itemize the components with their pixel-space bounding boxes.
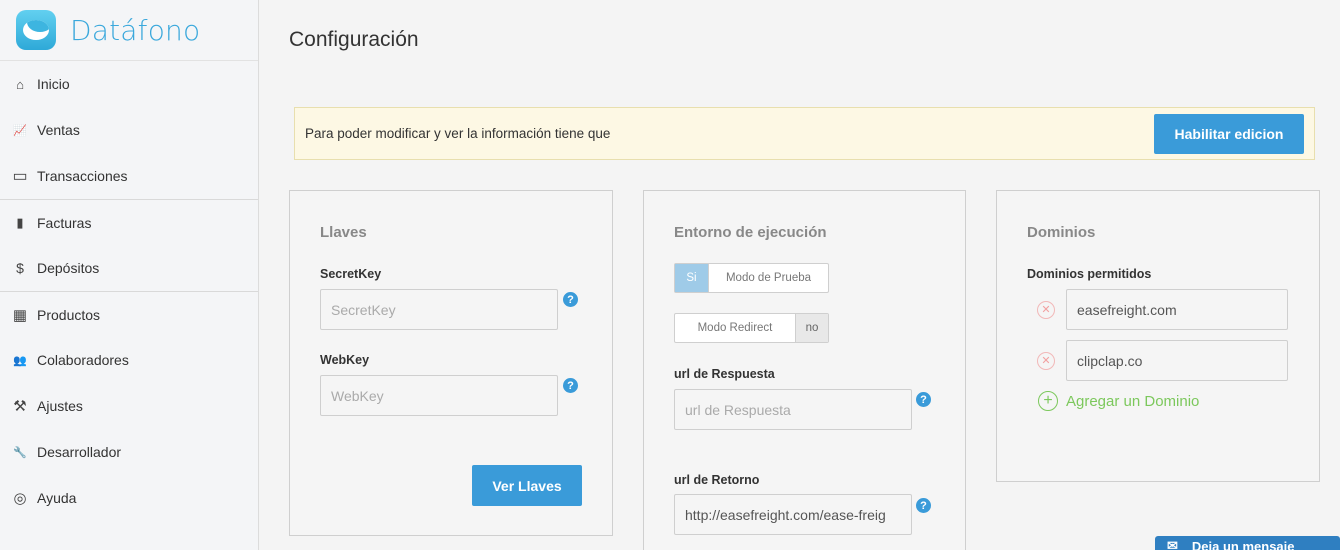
chat-label: Deja un mensaje — [1191, 538, 1295, 550]
remove-domain-icon[interactable]: ✕ — [1037, 300, 1055, 319]
credit-card-icon: ▭ — [12, 168, 28, 185]
sidebar: Datáfono ⌂ Inicio 📈 Ventas ▭ Transaccion… — [0, 0, 259, 550]
edit-alert: Para poder modificar y ver la informació… — [294, 107, 1315, 160]
sidebar-item-label: Inicio — [37, 76, 70, 92]
return-url-label: url de Retorno — [674, 473, 760, 487]
domains-panel: Dominios Dominios permitidos ✕ easefreig… — [996, 190, 1320, 482]
grid-icon: ▦ — [12, 306, 28, 324]
sidebar-item-depositos[interactable]: $ Depósitos — [0, 245, 258, 291]
sidebar-item-label: Transacciones — [37, 168, 128, 184]
plus-circle-icon: + — [1038, 391, 1058, 411]
sidebar-item-label: Productos — [37, 306, 101, 323]
return-url-help-icon[interactable]: ? — [916, 498, 931, 513]
test-mode-toggle[interactable]: Si Modo de Prueba — [674, 263, 829, 293]
allowed-domains-label: Dominios permitidos — [1027, 267, 1152, 281]
secret-key-input[interactable] — [320, 289, 558, 330]
tools-icon: ⚒ — [13, 398, 27, 415]
sidebar-item-colaboradores[interactable]: 👥 Colaboradores — [0, 337, 258, 383]
page-title: Configuración — [289, 28, 419, 51]
sidebar-item-transacciones[interactable]: ▭ Transacciones — [0, 153, 258, 199]
sidebar-item-productos[interactable]: ▦ Productos — [0, 291, 258, 337]
life-ring-icon: ◎ — [13, 490, 27, 507]
users-icon: 👥 — [13, 354, 27, 367]
sidebar-item-desarrollador[interactable]: 🔧 Desarrollador — [0, 429, 258, 475]
sidebar-item-label: Colaboradores — [37, 352, 129, 368]
response-url-help-icon[interactable]: ? — [916, 392, 931, 407]
keys-panel: Llaves SecretKey ? WebKey ? Ver Llaves — [289, 190, 613, 536]
sidebar-item-facturas[interactable]: ▮ Facturas — [0, 199, 258, 245]
keys-panel-title: Llaves — [320, 224, 367, 241]
sidebar-item-ayuda[interactable]: ◎ Ayuda — [0, 475, 258, 521]
sidebar-item-inicio[interactable]: ⌂ Inicio — [0, 61, 258, 107]
response-url-label: url de Respuesta — [674, 367, 775, 381]
sidebar-nav: ⌂ Inicio 📈 Ventas ▭ Transacciones ▮ Fact… — [0, 61, 258, 521]
chat-widget[interactable]: ✉ Deja un mensaje — [1155, 536, 1340, 550]
envelope-icon: ✉ — [1167, 538, 1178, 550]
sidebar-item-label: Depósitos — [37, 260, 100, 276]
brand-name: Datáfono — [70, 13, 201, 47]
redirect-mode-label[interactable]: Modo Redirect — [675, 314, 795, 342]
domain-row: ✕ easefreight.com — [1037, 289, 1288, 330]
response-url-input[interactable] — [674, 389, 912, 430]
domain-row: ✕ clipclap.co — [1037, 340, 1288, 381]
redirect-mode-no[interactable]: no — [795, 314, 828, 342]
return-url-input[interactable]: http://easefreight.com/ease-freig — [674, 494, 912, 535]
sidebar-item-label: Ayuda — [37, 490, 77, 506]
area-chart-icon: 📈 — [13, 124, 27, 137]
secret-key-label: SecretKey — [320, 267, 382, 281]
enable-edit-button[interactable]: Habilitar edicion — [1154, 114, 1304, 154]
domain-input[interactable]: easefreight.com — [1066, 289, 1288, 330]
sidebar-item-label: Facturas — [37, 214, 92, 231]
sidebar-item-ajustes[interactable]: ⚒ Ajustes — [0, 383, 258, 429]
brand[interactable]: Datáfono — [0, 0, 258, 61]
wrench-icon: 🔧 — [13, 446, 27, 459]
web-key-label: WebKey — [320, 353, 370, 367]
domains-panel-title: Dominios — [1027, 224, 1096, 241]
file-icon: ▮ — [16, 214, 24, 230]
main-content: Configuración Para poder modificar y ver… — [259, 0, 1340, 550]
environment-panel: Entorno de ejecución Si Modo de Prueba M… — [643, 190, 966, 550]
secret-key-help-icon[interactable]: ? — [563, 292, 578, 307]
add-domain-button[interactable]: + Agregar un Dominio — [1038, 391, 1199, 411]
sidebar-item-label: Ventas — [37, 122, 80, 138]
test-mode-yes[interactable]: Si — [675, 264, 709, 292]
sidebar-item-label: Desarrollador — [37, 444, 122, 460]
web-key-help-icon[interactable]: ? — [563, 378, 578, 393]
datafono-logo-icon — [16, 10, 56, 50]
sidebar-item-ventas[interactable]: 📈 Ventas — [0, 107, 258, 153]
add-domain-label: Agregar un Dominio — [1066, 392, 1200, 410]
sidebar-item-label: Ajustes — [37, 398, 83, 414]
domain-input[interactable]: clipclap.co — [1066, 340, 1288, 381]
remove-domain-icon[interactable]: ✕ — [1037, 351, 1055, 370]
web-key-input[interactable] — [320, 375, 558, 416]
test-mode-label[interactable]: Modo de Prueba — [709, 264, 828, 292]
redirect-mode-toggle[interactable]: Modo Redirect no — [674, 313, 829, 343]
environment-panel-title: Entorno de ejecución — [674, 224, 827, 241]
alert-text: Para poder modificar y ver la informació… — [305, 126, 611, 141]
home-icon: ⌂ — [16, 76, 24, 92]
dollar-icon: $ — [16, 260, 24, 276]
view-keys-button[interactable]: Ver Llaves — [472, 465, 582, 506]
